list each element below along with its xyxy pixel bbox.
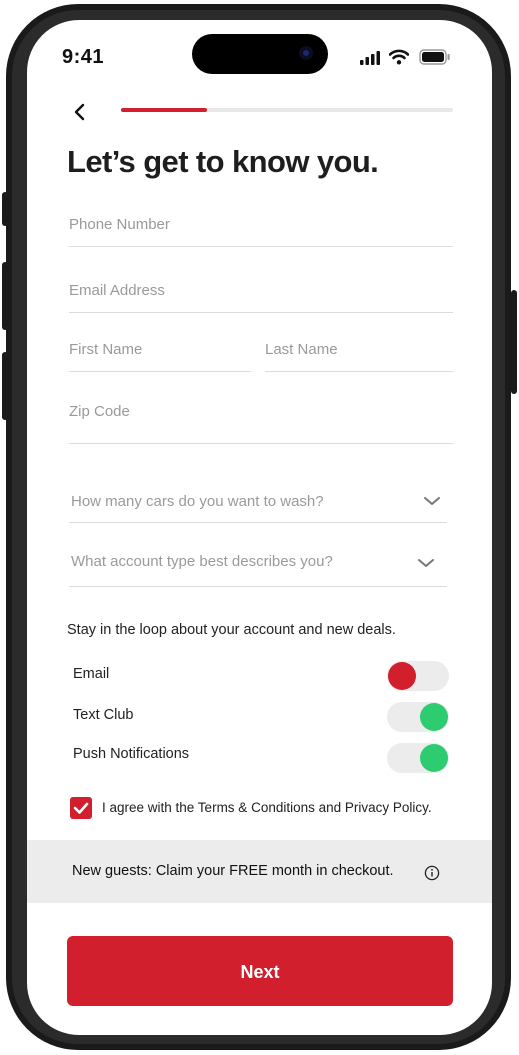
toggle-label-text-club: Text Club bbox=[73, 707, 134, 723]
terms-label: I agree with the Terms & Conditions and … bbox=[102, 800, 432, 815]
back-chevron-icon[interactable] bbox=[71, 102, 89, 122]
phone-field bbox=[69, 216, 453, 247]
account-type-select-value: What account type best describes you? bbox=[71, 553, 333, 570]
email-field bbox=[69, 282, 453, 313]
front-camera-icon bbox=[299, 46, 313, 60]
progress-bar-fill bbox=[121, 108, 208, 112]
next-button-label: Next bbox=[240, 962, 280, 982]
wifi-icon bbox=[389, 49, 409, 65]
terms-checkbox[interactable] bbox=[70, 797, 92, 819]
next-button[interactable]: Next bbox=[67, 936, 453, 1006]
info-icon[interactable] bbox=[424, 865, 440, 881]
zip-field bbox=[69, 403, 453, 444]
text-club-toggle[interactable] bbox=[387, 702, 449, 732]
first-name-input[interactable] bbox=[69, 341, 251, 358]
battery-icon bbox=[419, 49, 450, 65]
account-type-select[interactable]: What account type best describes you? bbox=[69, 552, 447, 587]
status-time: 9:41 bbox=[62, 46, 105, 68]
page-title: Let’s get to know you. bbox=[67, 144, 379, 179]
toggle-knob bbox=[420, 703, 448, 731]
first-name-field bbox=[69, 341, 251, 372]
chevron-down-icon bbox=[424, 497, 440, 505]
toggle-label-push: Push Notifications bbox=[73, 746, 190, 762]
last-name-field bbox=[265, 341, 453, 372]
checkmark-icon bbox=[73, 802, 89, 814]
preferences-intro: Stay in the loop about your account and … bbox=[67, 622, 396, 638]
toggle-knob bbox=[388, 662, 416, 690]
action-button bbox=[2, 192, 8, 226]
email-toggle[interactable] bbox=[387, 661, 449, 691]
volume-up-button bbox=[2, 262, 8, 330]
toggle-knob bbox=[420, 744, 448, 772]
push-notifications-toggle[interactable] bbox=[387, 743, 449, 773]
toggle-label-email: Email bbox=[73, 666, 110, 682]
email-input[interactable] bbox=[69, 282, 453, 299]
phone-input[interactable] bbox=[69, 216, 453, 233]
app-screen: 9:41 Let’s get to know you. Phone Number… bbox=[27, 20, 492, 1035]
last-name-input[interactable] bbox=[265, 341, 453, 358]
signal-icon bbox=[360, 51, 380, 65]
cars-select[interactable]: How many cars do you want to wash? bbox=[69, 492, 447, 523]
progress-bar bbox=[121, 108, 453, 112]
cars-select-value: How many cars do you want to wash? bbox=[71, 493, 324, 510]
zip-input[interactable] bbox=[69, 403, 453, 420]
volume-down-button bbox=[2, 352, 8, 420]
promo-banner-text: New guests: Claim your FREE month in che… bbox=[72, 863, 394, 879]
chevron-down-icon bbox=[418, 559, 434, 567]
power-button bbox=[511, 290, 517, 394]
